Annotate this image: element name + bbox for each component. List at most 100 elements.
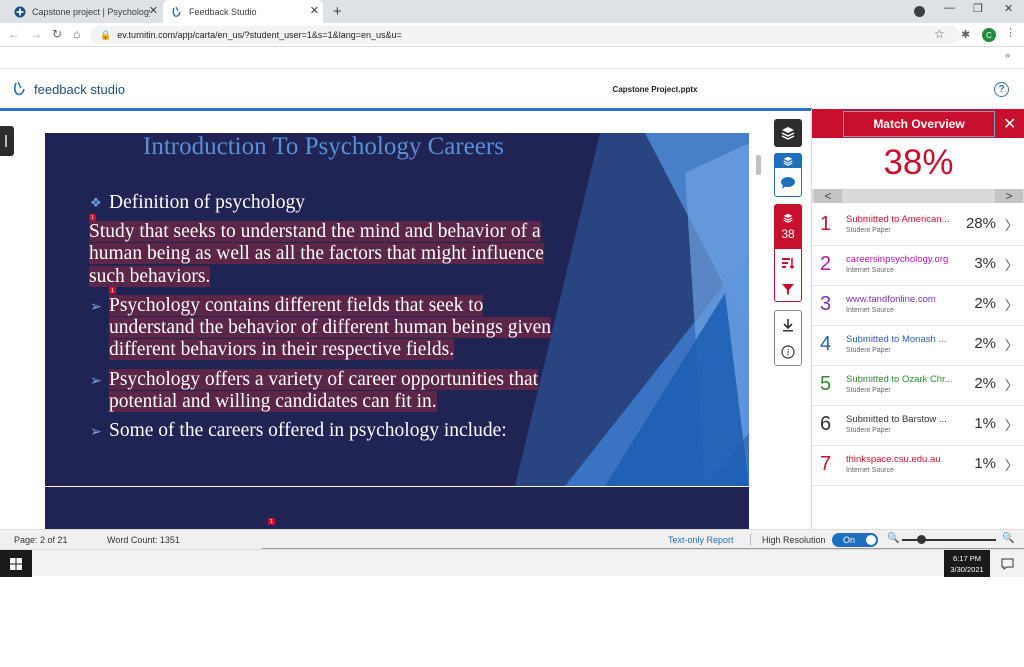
- tab-feedback-studio[interactable]: Feedback Studio ✕: [163, 0, 323, 23]
- document-scrollbar[interactable]: [756, 155, 761, 175]
- download-button[interactable]: [775, 313, 801, 337]
- similarity-marker[interactable]: 1: [268, 518, 275, 525]
- match-source: careersinpsychology.org: [846, 254, 949, 265]
- match-rank: 2: [820, 253, 832, 275]
- arrow-bullet-icon: ➢: [90, 298, 102, 314]
- all-sources-button[interactable]: [775, 251, 801, 275]
- match-overview-panel: Match Overview ✕ 38% < > 1 Submitted to …: [811, 109, 1024, 529]
- notifications-button[interactable]: [990, 550, 1024, 577]
- kebab-menu-icon[interactable]: ⋮: [1005, 26, 1016, 39]
- feedback-layers-button[interactable]: [775, 154, 801, 168]
- bookmark-star-icon[interactable]: ☆: [934, 27, 945, 41]
- zoom-out-icon[interactable]: 🔍: [887, 533, 899, 544]
- match-percent: 1%: [974, 415, 996, 432]
- browser-tab-strip: Capstone project | Psychology h… ✕ Feedb…: [0, 0, 1024, 23]
- slide-line: potential and willing candidates can fit…: [109, 391, 437, 412]
- layers-button[interactable]: [774, 119, 802, 147]
- start-button[interactable]: [0, 550, 32, 577]
- diamond-bullet-icon: ❖: [90, 195, 102, 210]
- slide-line: Psychology offers a variety of career op…: [109, 369, 539, 390]
- match-source: Submitted to American...: [846, 214, 950, 225]
- match-type: Student Paper: [846, 347, 891, 354]
- profile-avatar[interactable]: C: [982, 28, 996, 42]
- layers-icon: [783, 213, 793, 223]
- bookmarks-overflow-icon[interactable]: »: [1005, 50, 1010, 60]
- minimize-icon[interactable]: —: [944, 2, 955, 14]
- match-percent: 3%: [974, 255, 996, 272]
- match-source: Submitted to Ozark Chr...: [846, 374, 952, 385]
- match-type: Internet Source: [846, 307, 894, 314]
- close-icon[interactable]: ✕: [149, 4, 158, 17]
- next-match-button[interactable]: >: [995, 189, 1023, 203]
- close-icon[interactable]: ✕: [1003, 114, 1016, 134]
- match-row[interactable]: 1 Submitted to American... Student Paper…: [812, 206, 1024, 246]
- url-input[interactable]: 🔒 ev.turnitin.com/app/carta/en_us/?stude…: [90, 26, 960, 44]
- match-source: www.tandfonline.com: [846, 294, 936, 305]
- windows-logo-icon: [10, 557, 22, 570]
- page-indicator: Page: 2 of 21: [14, 535, 68, 545]
- match-row[interactable]: 4 Submitted to Monash ... Student Paper …: [812, 326, 1024, 366]
- match-type: Student Paper: [846, 387, 891, 394]
- match-overview-button[interactable]: 38: [775, 205, 801, 249]
- match-row[interactable]: 3 www.tandfonline.com Internet Source 2%…: [812, 286, 1024, 326]
- match-type: Student Paper: [846, 427, 891, 434]
- info-icon: i: [781, 345, 795, 359]
- document-filename: Capstone Project.pptx: [612, 85, 698, 94]
- zoom-in-icon[interactable]: 🔍: [1002, 533, 1014, 544]
- previous-match-button[interactable]: <: [814, 189, 842, 203]
- forward-icon[interactable]: →: [30, 27, 42, 41]
- url-text: ev.turnitin.com/app/carta/en_us/?student…: [117, 30, 402, 40]
- toggle-knob: [866, 535, 876, 545]
- text-only-report-link[interactable]: Text-only Report: [668, 535, 734, 545]
- match-rank: 7: [820, 453, 832, 475]
- chevron-right-icon: 〉: [1005, 298, 1019, 313]
- media-indicator-icon[interactable]: [914, 6, 925, 17]
- match-row[interactable]: 6 Submitted to Barstow ... Student Paper…: [812, 406, 1024, 446]
- restore-icon[interactable]: ❐: [973, 2, 983, 15]
- match-row[interactable]: 5 Submitted to Ozark Chr... Student Pape…: [812, 366, 1024, 406]
- info-button[interactable]: i: [775, 340, 801, 364]
- turnitin-logo-icon: [13, 81, 25, 96]
- match-type: Internet Source: [846, 267, 894, 274]
- turnitin-favicon-icon: [171, 6, 183, 18]
- similarity-marker[interactable]: 1: [109, 287, 116, 294]
- new-tab-button[interactable]: +: [333, 3, 342, 20]
- similarity-marker[interactable]: 1: [89, 214, 96, 221]
- slide-line: Definition of psychology: [109, 192, 306, 213]
- extensions-icon[interactable]: ✱: [961, 28, 970, 41]
- chevron-right-icon: 〉: [1005, 218, 1019, 233]
- help-icon[interactable]: ?: [994, 82, 1009, 97]
- zoom-slider-handle[interactable]: [917, 535, 926, 544]
- feedback-tools-group: [774, 153, 802, 197]
- back-icon[interactable]: ←: [8, 27, 20, 41]
- slide-line: Study that seeks to understand the mind …: [89, 221, 541, 242]
- next-slide-page: 1: [45, 487, 749, 529]
- home-icon[interactable]: ⌂: [73, 27, 80, 41]
- match-list: 1 Submitted to American... Student Paper…: [812, 206, 1024, 486]
- side-panel-handle[interactable]: [0, 126, 14, 156]
- match-source: thinkspace.csu.edu.au: [846, 454, 941, 465]
- tab-capstone-project[interactable]: Capstone project | Psychology h… ✕: [6, 0, 162, 23]
- tab-title: Feedback Studio: [189, 6, 257, 17]
- document-tools-group: i: [774, 310, 802, 366]
- reload-icon[interactable]: ↻: [52, 27, 62, 41]
- slide-line: different behaviors in their respective …: [109, 339, 455, 360]
- download-icon: [783, 319, 793, 332]
- tab-title: Capstone project | Psychology h…: [32, 6, 150, 17]
- system-clock[interactable]: 6:17 PM 3/30/2021: [944, 550, 990, 577]
- comment-button[interactable]: [775, 170, 801, 196]
- match-percent: 28%: [965, 215, 996, 232]
- match-count: 38: [781, 227, 795, 241]
- match-row[interactable]: 2 careersinpsychology.org Internet Sourc…: [812, 246, 1024, 286]
- chevron-right-icon: 〉: [1005, 338, 1019, 353]
- match-percent: 2%: [974, 375, 996, 392]
- filters-button[interactable]: [775, 277, 801, 301]
- match-percent: 1%: [974, 455, 996, 472]
- window-close-icon[interactable]: ✕: [1004, 2, 1013, 15]
- match-row[interactable]: 7 thinkspace.csu.edu.au Internet Source …: [812, 446, 1024, 486]
- high-resolution-label: High Resolution: [762, 535, 826, 545]
- match-percent: 2%: [974, 295, 996, 312]
- comment-bubble-icon: [781, 177, 795, 189]
- close-icon[interactable]: ✕: [310, 4, 319, 17]
- panel-header: Match Overview ✕: [812, 109, 1024, 138]
